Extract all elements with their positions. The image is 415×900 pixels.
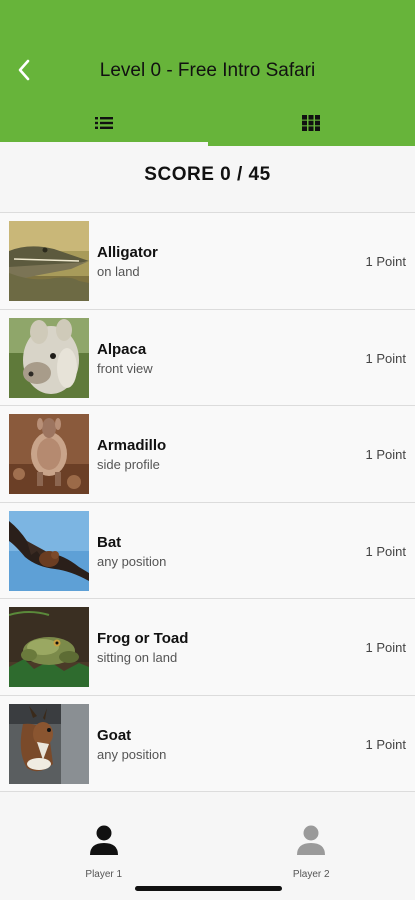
animal-row-alligator[interactable]: Alligator on land 1 Point: [0, 213, 415, 310]
player-switcher: Player 1 Player 2: [0, 800, 415, 900]
score-display: SCORE 0 / 45: [144, 164, 271, 185]
animal-points: 1 Point: [365, 447, 406, 462]
animal-row-alpaca[interactable]: Alpaca front view 1 Point: [0, 309, 415, 406]
animal-subtitle: front view: [97, 360, 153, 376]
page-title: Level 0 - Free Intro Safari: [99, 60, 316, 81]
view-tabs: [0, 100, 415, 146]
animal-subtitle: on land: [97, 264, 140, 279]
animal-row-bat[interactable]: Bat any position 1 Point: [0, 502, 415, 599]
grid-icon: [302, 115, 321, 131]
animal-subtitle: any position: [97, 553, 167, 569]
animal-name: Bat: [97, 533, 122, 551]
animal-name: Frog or Toad: [97, 630, 189, 647]
animal-points: 1 Point: [365, 640, 406, 655]
bat-photo: [9, 510, 89, 591]
animal-row-frog-or-toad[interactable]: Frog or Toad sitting on land 1 Point: [0, 599, 415, 696]
animal-points: 1 Point: [365, 543, 406, 559]
animal-points: 1 Point: [365, 350, 406, 366]
tab-list-view[interactable]: [0, 100, 208, 146]
tab-grid-view[interactable]: [208, 100, 415, 146]
home-indicator: [135, 886, 282, 891]
person-icon: [297, 825, 326, 855]
alpaca-photo: [9, 317, 89, 398]
animal-points: 1 Point: [365, 254, 406, 269]
animal-name: Armadillo: [97, 437, 167, 454]
animal-name: Alpaca: [97, 340, 147, 358]
animal-subtitle: sitting on land: [97, 650, 178, 665]
animal-row-armadillo[interactable]: Armadillo side profile 1 Point: [0, 406, 415, 503]
animal-row-goat[interactable]: Goat any position 1 Point: [0, 695, 415, 792]
animal-points: 1 Point: [365, 736, 406, 752]
list-icon: [94, 117, 113, 129]
alligator-photo: [9, 221, 89, 301]
animal-subtitle: side profile: [97, 457, 160, 472]
app-bar: Level 0 - Free Intro Safari: [0, 0, 415, 146]
animal-list: Alligator on land 1 Point Alpaca front v…: [0, 212, 415, 792]
person-icon: [89, 825, 118, 855]
goat-photo: [9, 703, 89, 784]
player-1-tab[interactable]: Player 1: [0, 800, 208, 900]
player-2-tab[interactable]: Player 2: [208, 800, 415, 900]
player-label: Player 2: [292, 869, 330, 880]
animal-name: Alligator: [97, 244, 158, 261]
active-tab-indicator: [0, 142, 208, 146]
animal-subtitle: any position: [97, 746, 167, 762]
player-label: Player 1: [85, 869, 123, 880]
armadillo-photo: [9, 414, 89, 494]
animal-name: Goat: [97, 726, 132, 744]
frog-photo: [9, 607, 89, 687]
